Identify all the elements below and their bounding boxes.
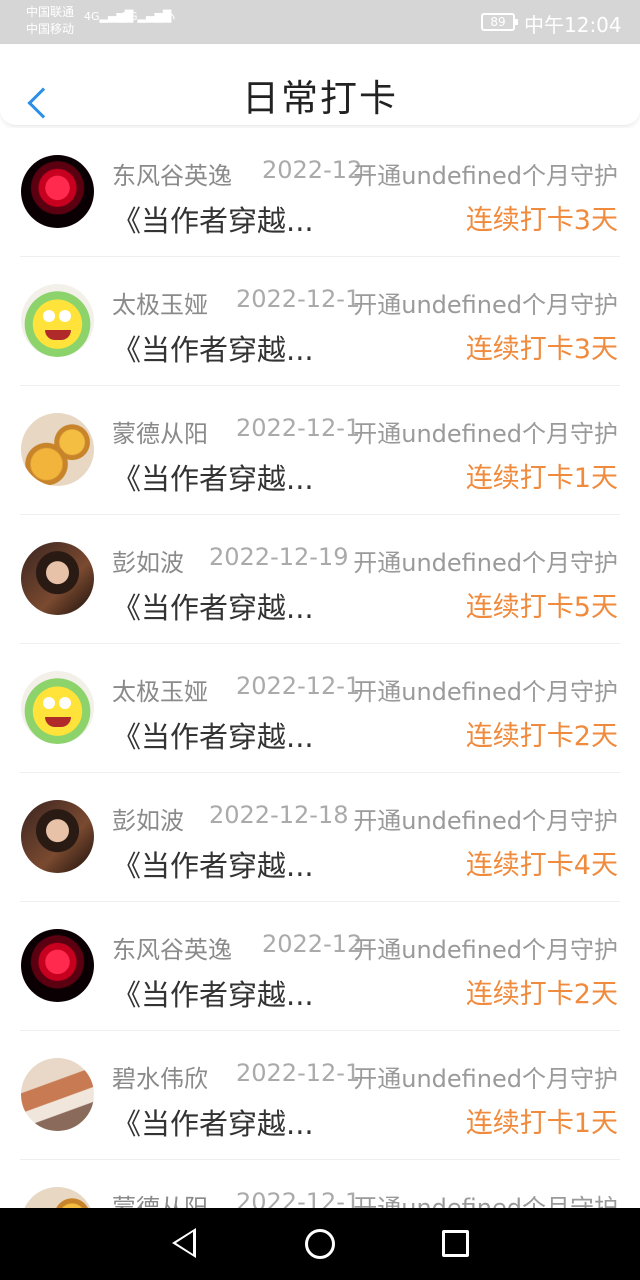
status-bar: 中国联通 中国移动 4G▂▄▆█ 2G▂▄▆█ ◠ 89 中午12:04 — [0, 0, 640, 44]
guard-status: 开通undefined个月守护 — [353, 1065, 618, 1093]
user-name: 太极玉娅 — [112, 291, 208, 319]
checkin-date: 2022-12-1 — [236, 414, 361, 442]
book-title: 《当作者穿越... — [112, 849, 314, 883]
streak-label: 连续打卡4天 — [465, 850, 618, 881]
list-item[interactable]: 彭如波 2022-12-19 开通undefined个月守护《当作者穿越... 连续打… — [0, 515, 640, 644]
book-title: 《当作者穿越... — [112, 204, 314, 238]
streak-label: 连续打卡5天 — [465, 592, 618, 623]
avatar[interactable] — [21, 1187, 94, 1208]
avatar[interactable] — [21, 1058, 94, 1131]
book-title: 《当作者穿越... — [112, 720, 314, 754]
status-time: 中午12:04 — [524, 13, 622, 37]
avatar[interactable] — [21, 155, 94, 228]
list-item[interactable]: 太极玉娅 2022-12-1 开通undefined个月守护《当作者穿越... 连续打… — [0, 257, 640, 386]
user-name: 东风谷英逸 — [112, 936, 232, 964]
user-name: 蒙德从阳 — [112, 1194, 208, 1208]
checkin-date: 2022-12-1 — [236, 1059, 361, 1087]
book-title: 《当作者穿越... — [112, 978, 314, 1012]
guard-status: 开通undefined个月守护 — [353, 1194, 618, 1208]
avatar[interactable] — [21, 284, 94, 357]
user-name: 彭如波 — [112, 549, 184, 577]
checkin-list[interactable]: 东风谷英逸 2022-12- 开通undefined个月守护 《当作者穿越... 连续打… — [0, 128, 640, 1208]
list-item[interactable]: 东风谷英逸 2022-12- 开通undefined个月守护 《当作者穿越... 连续打… — [0, 902, 640, 1031]
user-name: 东风谷英逸 — [112, 162, 232, 190]
square-recent-icon[interactable] — [442, 1230, 469, 1257]
streak-label: 连续打卡1天 — [465, 463, 618, 494]
carrier-labels: 中国联通 中国移动 — [26, 4, 74, 38]
guard-status: 开通undefined个月守护 — [353, 420, 618, 448]
avatar[interactable] — [21, 542, 94, 615]
book-title: 《当作者穿越... — [112, 591, 314, 625]
guard-status: 开通undefined个月守护 — [353, 162, 618, 190]
user-name: 碧水伟欣 — [112, 1065, 208, 1093]
book-title: 《当作者穿越... — [112, 462, 314, 496]
streak-label: 连续打卡2天 — [465, 721, 618, 752]
streak-label: 连续打卡3天 — [465, 334, 618, 365]
carrier-2: 中国移动 — [26, 22, 75, 36]
list-item[interactable]: 东风谷英逸 2022-12- 开通undefined个月守护 《当作者穿越... 连续打… — [0, 128, 640, 257]
carrier-1: 中国联通 — [26, 5, 75, 19]
user-name: 彭如波 — [112, 807, 184, 835]
list-item[interactable]: 蒙德从阳 2022-12-1 开通undefined个月守护 — [0, 1160, 640, 1208]
book-title: 《当作者穿越... — [112, 1107, 314, 1141]
battery-icon: 89 — [481, 13, 518, 31]
guard-status: 开通undefined个月守护 — [353, 807, 618, 835]
checkin-date: 2022-12-1 — [236, 285, 361, 313]
avatar[interactable] — [21, 929, 94, 1002]
avatar[interactable] — [21, 800, 94, 873]
checkin-date: 2022-12-1 — [236, 672, 361, 700]
list-item[interactable]: 彭如波 2022-12-18 开通undefined个月守护《当作者穿越... 连续打… — [0, 773, 640, 902]
streak-label: 连续打卡1天 — [465, 1108, 618, 1139]
header-bar: 日常打卡 — [0, 44, 640, 126]
avatar[interactable] — [21, 671, 94, 744]
guard-status: 开通undefined个月守护 — [353, 291, 618, 319]
guard-status: 开通undefined个月守护 — [353, 549, 618, 577]
wifi-icon: ◠ — [160, 8, 176, 29]
circle-home-icon[interactable] — [305, 1229, 335, 1259]
avatar[interactable] — [21, 413, 94, 486]
guard-status: 开通undefined个月守护 — [353, 678, 618, 706]
checkin-date: 2022-12-18 — [209, 801, 349, 829]
checkin-date: 2022-12-1 — [236, 1188, 361, 1208]
streak-label: 连续打卡3天 — [465, 205, 618, 236]
book-title: 《当作者穿越... — [112, 333, 314, 367]
list-item[interactable]: 太极玉娅 2022-12-1 开通undefined个月守护《当作者穿越... 连续打… — [0, 644, 640, 773]
list-item[interactable]: 蒙德从阳 2022-12-1 开通undefined个月守护《当作者穿越... 连续打… — [0, 386, 640, 515]
user-name: 太极玉娅 — [112, 678, 208, 706]
system-nav-bar — [0, 1208, 640, 1280]
list-item[interactable]: 碧水伟欣 2022-12-1 开通undefined个月守护《当作者穿越... 连续打… — [0, 1031, 640, 1160]
page-title: 日常打卡 — [242, 77, 398, 120]
guard-status: 开通undefined个月守护 — [353, 936, 618, 964]
streak-label: 连续打卡2天 — [465, 979, 618, 1010]
checkin-date: 2022-12-19 — [209, 543, 349, 571]
user-name: 蒙德从阳 — [112, 420, 208, 448]
triangle-back-icon[interactable] — [172, 1228, 196, 1258]
